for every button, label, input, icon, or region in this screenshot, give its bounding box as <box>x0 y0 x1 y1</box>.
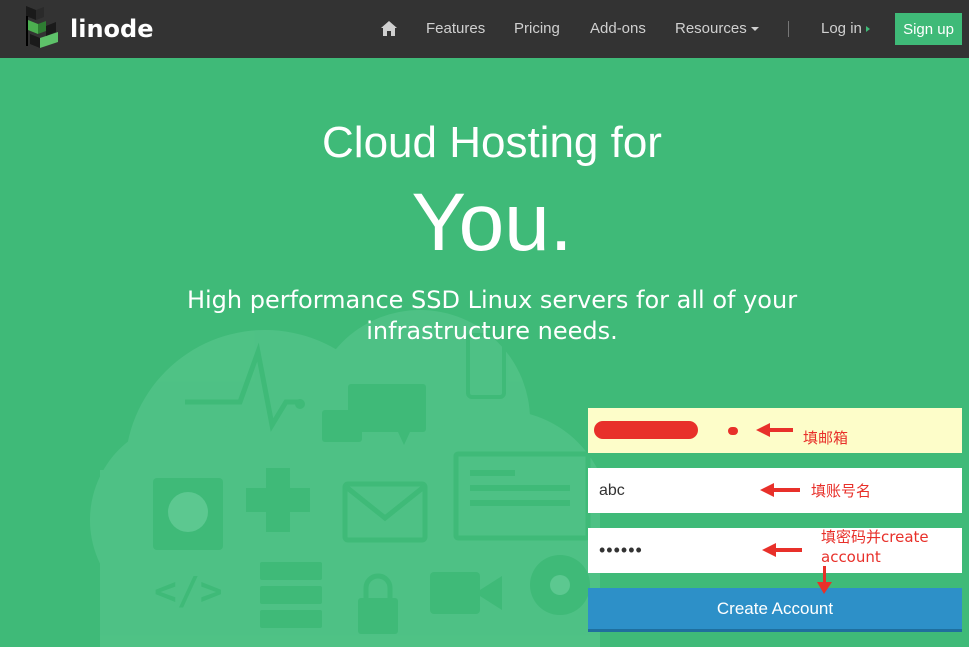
annotation-username: 填账号名 <box>811 482 872 500</box>
annotation-password: 填密码并create account <box>821 528 929 566</box>
annotation-email: 填邮箱 <box>803 429 849 447</box>
arrow-down-icon <box>817 582 832 594</box>
arrow-left-icon <box>756 423 793 437</box>
arrow-left-icon <box>762 543 802 557</box>
arrow-left-icon <box>760 483 800 497</box>
